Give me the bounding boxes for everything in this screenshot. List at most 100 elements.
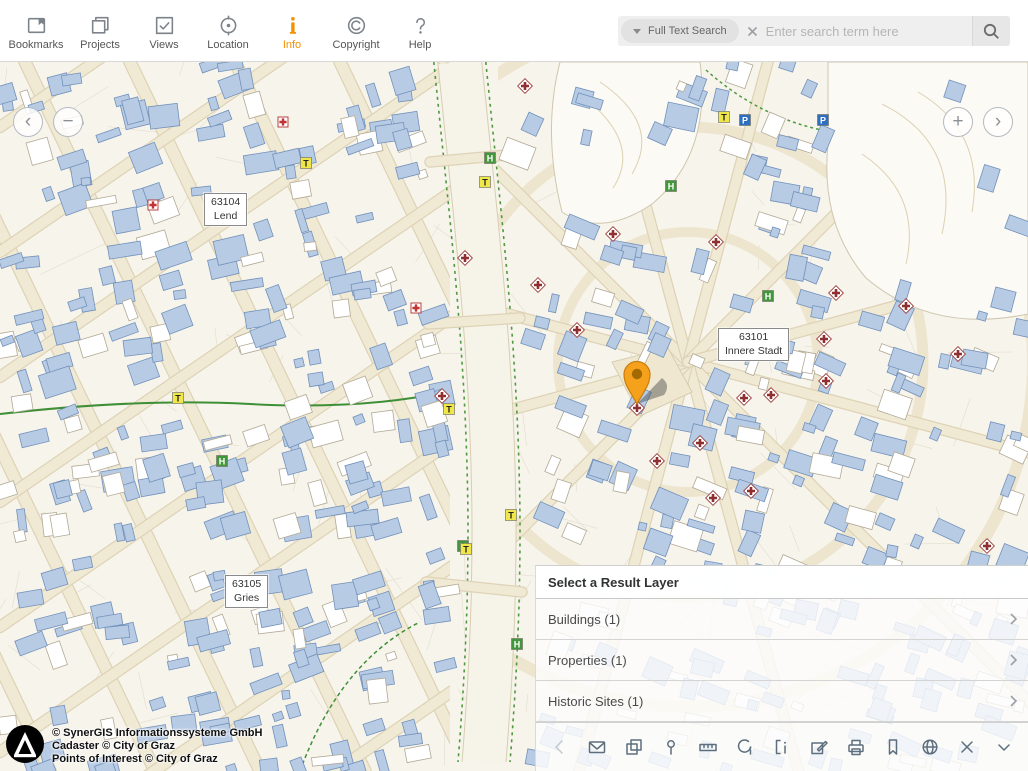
toolbar-item-location[interactable]: Location xyxy=(196,2,260,60)
pin-icon xyxy=(661,737,681,757)
toolbar-label: Copyright xyxy=(332,39,379,51)
district-code: 63104 xyxy=(211,196,240,210)
district-code: 63105 xyxy=(232,578,261,592)
search-mode-dropdown[interactable]: Full Text Search xyxy=(621,19,739,43)
copy-extent-icon xyxy=(624,737,644,757)
toolbar-label: Info xyxy=(283,39,301,51)
bookmark-icon xyxy=(883,737,903,757)
result-layer-buildings[interactable]: Buildings (1) xyxy=(536,599,1028,640)
toolbar-item-info[interactable]: Info xyxy=(260,2,324,60)
svg-text:H: H xyxy=(487,154,494,164)
toolbar-label: Projects xyxy=(80,39,120,51)
result-layer-panel: Select a Result Layer Buildings (1) Prop… xyxy=(535,565,1028,722)
synergis-logo-icon xyxy=(6,725,44,768)
svg-text:T: T xyxy=(482,178,488,188)
district-label-innere-stadt: 63101 Innere Stadt xyxy=(718,328,789,361)
print-button[interactable] xyxy=(842,733,870,761)
chevron-down-icon xyxy=(633,29,641,34)
collapse-icon xyxy=(994,737,1014,757)
attribution-line: Cadaster © City of Graz xyxy=(52,740,262,753)
search-bar: Full Text Search xyxy=(618,16,1010,46)
attribution-line: Points of Interest © City of Graz xyxy=(52,753,262,766)
toolbar-item-copyright[interactable]: Copyright xyxy=(324,2,388,60)
district-name: Lend xyxy=(211,210,240,224)
svg-text:T: T xyxy=(463,545,469,555)
redlining-icon xyxy=(772,737,792,757)
map-viewport: HHHHHHTTTTTTTPP ‹ − + › 63104 Lend 63101… xyxy=(0,62,1028,771)
pin-button[interactable] xyxy=(657,733,685,761)
previous-view-button[interactable] xyxy=(546,733,574,761)
svg-text:T: T xyxy=(175,394,181,404)
bookmark-button[interactable] xyxy=(879,733,907,761)
toolbar-label: Bookmarks xyxy=(8,39,63,51)
svg-text:T: T xyxy=(721,113,727,123)
pan-left-button[interactable]: ‹ xyxy=(13,107,43,137)
svg-text:T: T xyxy=(303,159,309,169)
toolbar-label: Location xyxy=(207,39,249,51)
zoom-out-button[interactable]: − xyxy=(53,107,83,137)
result-tools-toolbar xyxy=(535,722,1028,771)
toolbar-item-help[interactable]: Help xyxy=(388,2,452,60)
print-icon xyxy=(846,737,866,757)
measure-icon xyxy=(698,737,718,757)
search-button[interactable] xyxy=(972,16,1010,46)
svg-text:H: H xyxy=(219,457,226,467)
location-icon xyxy=(217,11,240,37)
search-mode-label: Full Text Search xyxy=(648,25,727,37)
svg-text:H: H xyxy=(668,182,675,192)
globe-button[interactable] xyxy=(916,733,944,761)
identify-button[interactable] xyxy=(731,733,759,761)
pan-right-button[interactable]: › xyxy=(983,107,1013,137)
district-code: 63101 xyxy=(725,331,782,345)
email-button[interactable] xyxy=(583,733,611,761)
toolbar-item-projects[interactable]: Projects xyxy=(68,2,132,60)
district-label-lend: 63104 Lend xyxy=(204,193,247,226)
views-icon xyxy=(153,11,176,37)
result-layer-historic-sites[interactable]: Historic Sites (1) xyxy=(536,681,1028,722)
svg-text:H: H xyxy=(765,292,772,302)
help-icon xyxy=(409,11,432,37)
svg-text:P: P xyxy=(820,116,826,126)
edit-drawing-button[interactable] xyxy=(805,733,833,761)
district-label-gries: 63105 Gries xyxy=(225,575,268,608)
chevron-right-icon xyxy=(1009,612,1018,626)
layer-label: Historic Sites (1) xyxy=(548,694,643,709)
collapse-panel-button[interactable] xyxy=(990,733,1018,761)
edit-drawing-icon xyxy=(809,737,829,757)
projects-icon xyxy=(89,11,112,37)
district-name: Gries xyxy=(232,592,261,606)
chevron-right-icon xyxy=(1009,653,1018,667)
measure-button[interactable] xyxy=(694,733,722,761)
district-name: Innere Stadt xyxy=(725,345,782,359)
toolbar-label: Help xyxy=(409,39,432,51)
close-icon xyxy=(747,26,758,37)
top-toolbar: Bookmarks Projects Views Location Info xyxy=(0,0,1028,62)
toolbar-label: Views xyxy=(149,39,178,51)
toolbar-item-views[interactable]: Views xyxy=(132,2,196,60)
svg-text:T: T xyxy=(446,405,452,415)
clear-search-button[interactable] xyxy=(739,26,766,37)
globe-icon xyxy=(920,737,940,757)
identify-icon xyxy=(735,737,755,757)
result-layer-properties[interactable]: Properties (1) xyxy=(536,640,1028,681)
attribution-line: © SynerGIS Informationssysteme GmbH xyxy=(52,727,262,740)
svg-text:H: H xyxy=(514,640,521,650)
copy-extent-button[interactable] xyxy=(620,733,648,761)
search-icon xyxy=(982,22,1001,41)
attribution-text: © SynerGIS Informationssysteme GmbH Cada… xyxy=(52,727,262,768)
layer-label: Buildings (1) xyxy=(548,612,620,627)
close-icon xyxy=(957,737,977,757)
svg-text:T: T xyxy=(508,511,514,521)
copyright-icon xyxy=(345,11,368,37)
search-input[interactable] xyxy=(766,24,972,39)
redlining-button[interactable] xyxy=(768,733,796,761)
email-icon xyxy=(587,737,607,757)
info-icon xyxy=(281,11,304,37)
toolbar-item-bookmarks[interactable]: Bookmarks xyxy=(4,2,68,60)
zoom-in-button[interactable]: + xyxy=(943,107,973,137)
app-window: Bookmarks Projects Views Location Info xyxy=(0,0,1028,771)
previous-view-icon xyxy=(550,737,570,757)
close-results-button[interactable] xyxy=(953,733,981,761)
copyright-block: © SynerGIS Informationssysteme GmbH Cada… xyxy=(6,725,262,768)
svg-text:P: P xyxy=(742,116,748,126)
